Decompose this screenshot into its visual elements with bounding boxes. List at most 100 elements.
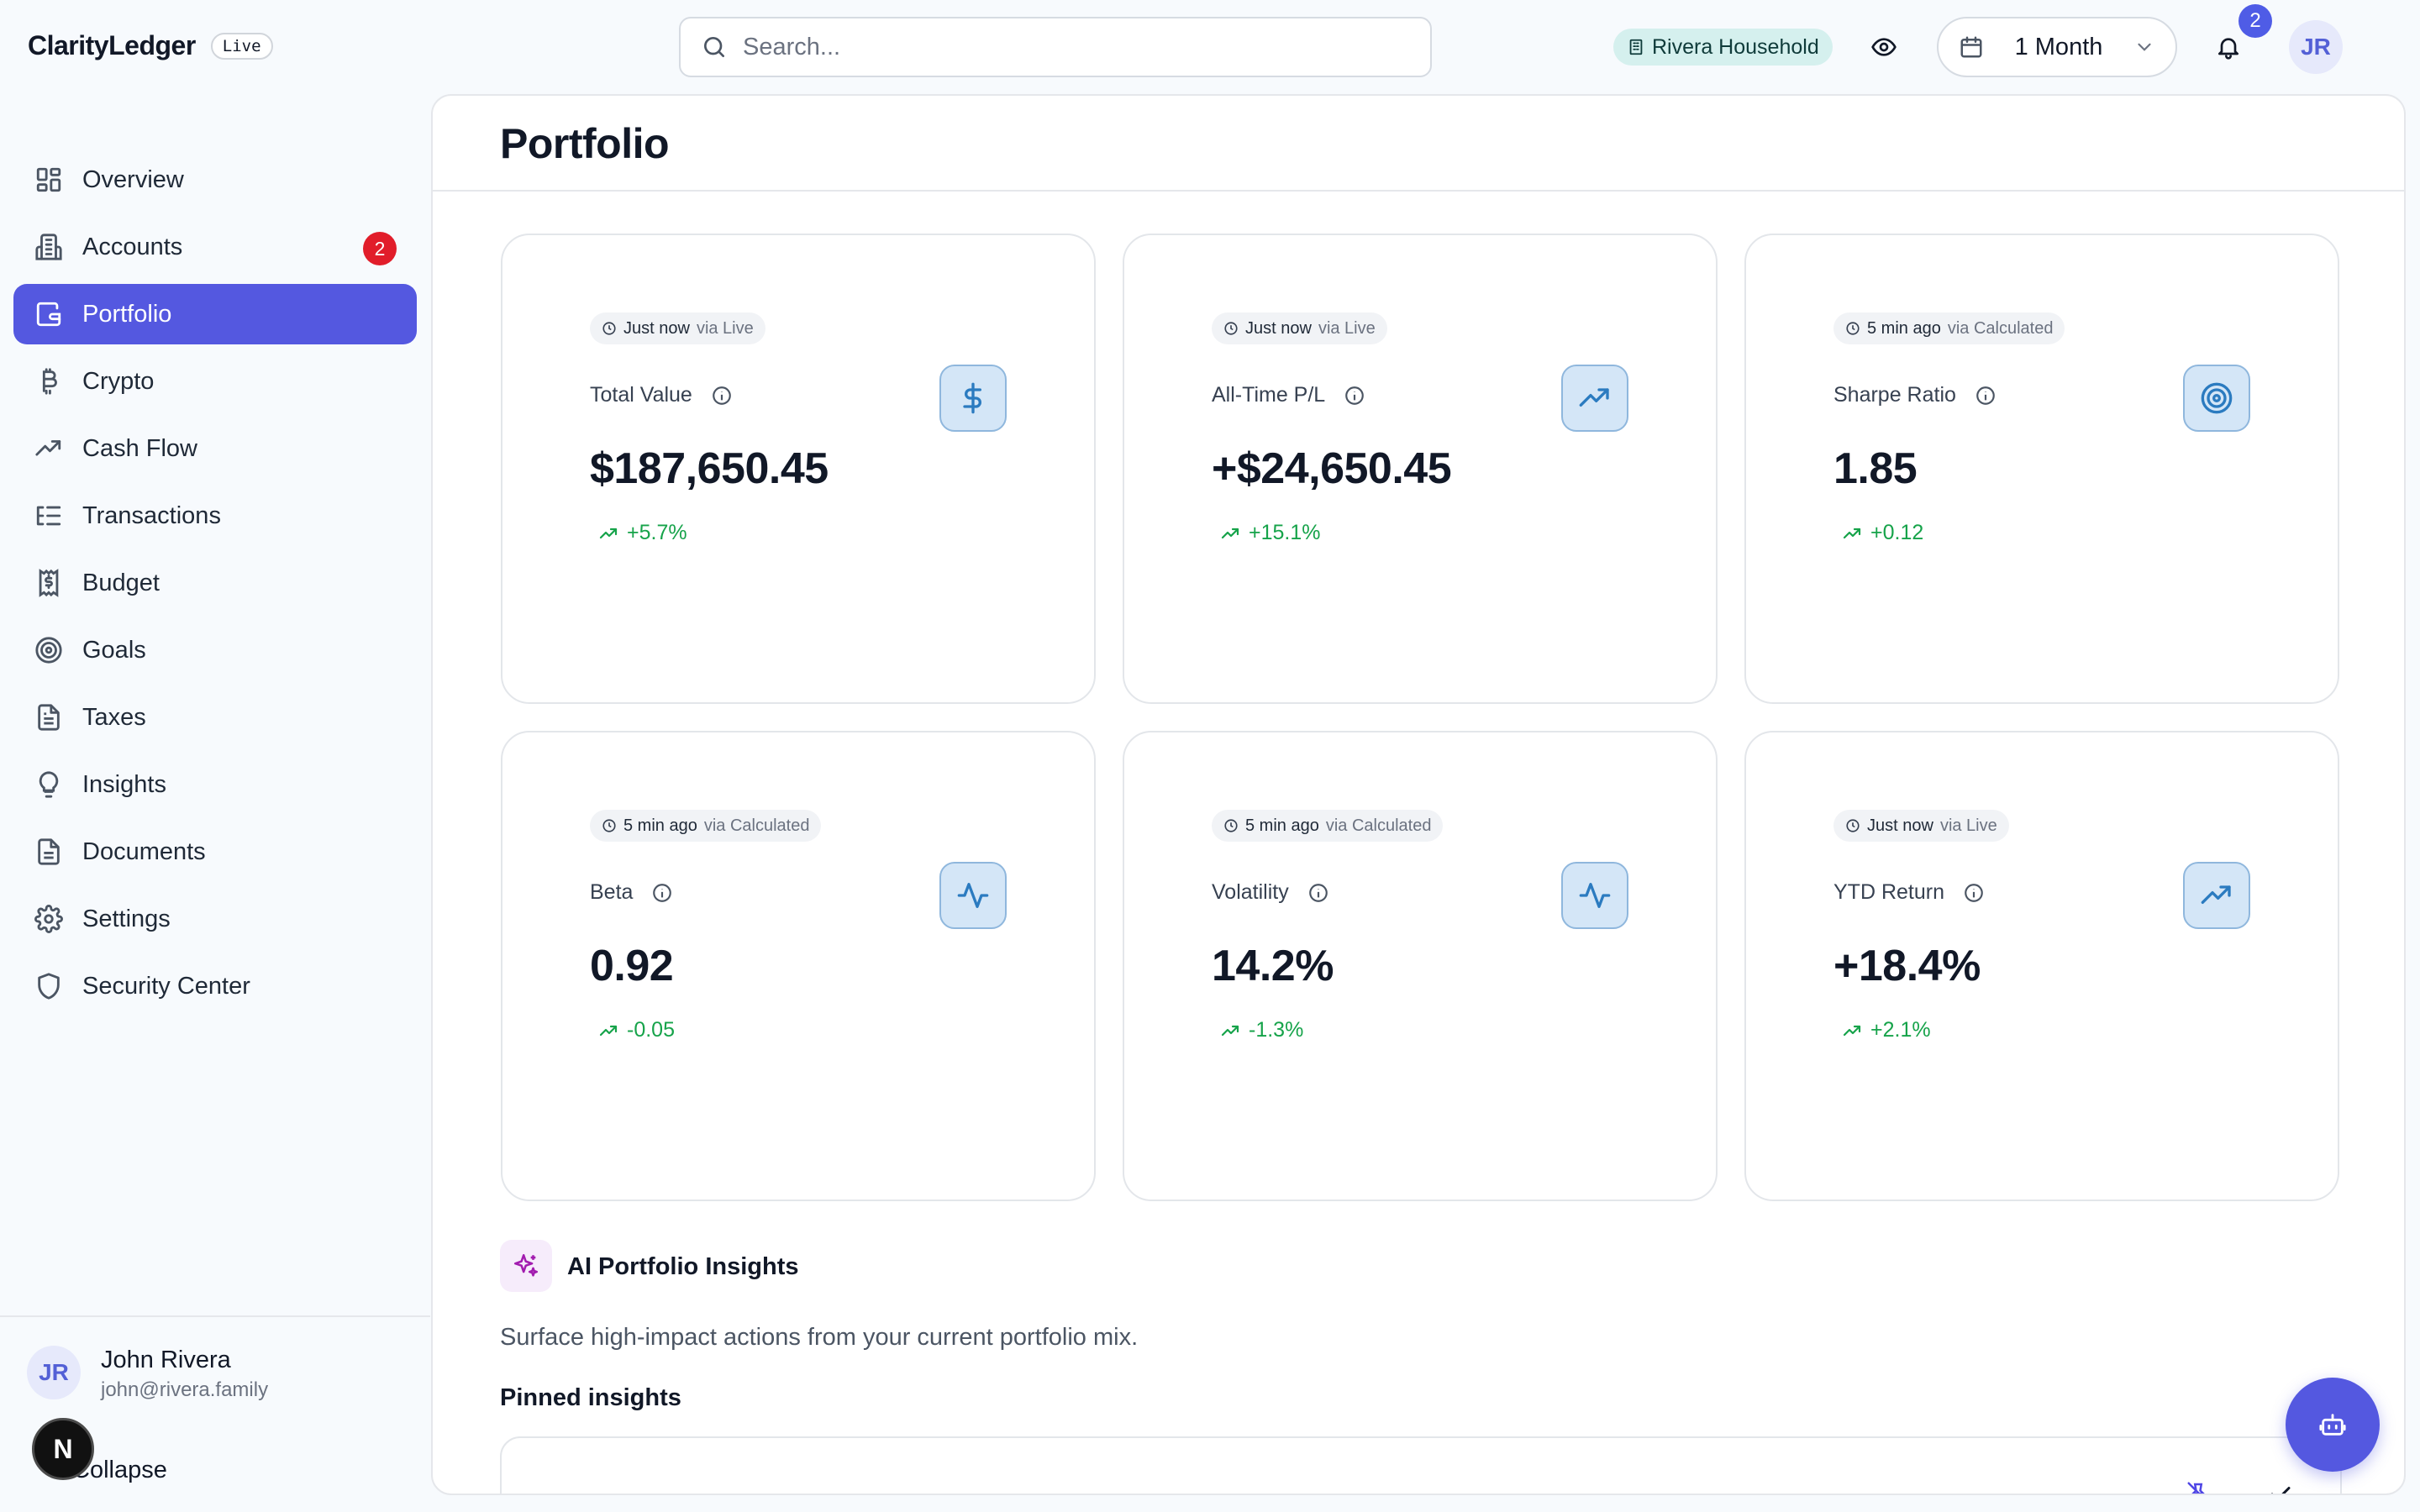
sidebar-item-accounts[interactable]: Accounts 2 xyxy=(13,217,417,277)
sidebar-item-transactions[interactable]: Transactions xyxy=(13,486,417,546)
metric-card-sharpe-ratio: 5 min ago via Calculated Sharpe Ratio 1.… xyxy=(1744,234,2339,704)
unpin-icon[interactable] xyxy=(2186,1480,2211,1494)
trending-up-icon xyxy=(1842,1021,1862,1041)
app-name: ClarityLedger xyxy=(28,30,196,60)
metric-label: Total Value xyxy=(590,383,733,407)
sidebar: Overview Accounts 2 Portfolio Crypto Cas… xyxy=(0,94,430,1512)
info-icon[interactable] xyxy=(1307,882,1329,904)
file-icon xyxy=(34,702,64,732)
pinned-insight-card[interactable] xyxy=(500,1436,2342,1494)
search-input[interactable] xyxy=(743,33,1398,61)
trending-up-icon xyxy=(1220,1021,1240,1041)
metric-label: All-Time P/L xyxy=(1212,383,1365,407)
bitcoin-icon xyxy=(34,366,64,396)
list-icon xyxy=(34,501,64,531)
main-content: Portfolio Just now via Live Total Value … xyxy=(431,94,2406,1495)
metric-value: $187,650.45 xyxy=(590,444,829,493)
metric-value: +$24,650.45 xyxy=(1212,444,1452,493)
info-icon[interactable] xyxy=(1344,385,1365,407)
trending-up-icon xyxy=(34,433,64,464)
metric-label-text: All-Time P/L xyxy=(1212,383,1326,407)
sidebar-item-crypto[interactable]: Crypto xyxy=(13,351,417,412)
gear-icon xyxy=(34,904,64,934)
sidebar-item-taxes[interactable]: Taxes xyxy=(13,687,417,748)
dollar-icon xyxy=(939,365,1007,432)
sidebar-item-label: Settings xyxy=(82,905,171,932)
search-icon xyxy=(701,34,728,60)
timestamp-text: 5 min ago xyxy=(1245,816,1319,835)
ai-assistant-button[interactable] xyxy=(2286,1378,2380,1472)
metric-card-ytd-return: Just now via Live YTD Return +18.4% +2.1… xyxy=(1744,731,2339,1201)
household-selector[interactable]: Rivera Household xyxy=(1613,29,1833,66)
trending-up-icon xyxy=(598,523,618,543)
live-badge: Live xyxy=(210,32,273,60)
sidebar-item-label: Security Center xyxy=(82,972,250,1000)
source-text: via Calculated xyxy=(1325,816,1432,835)
sidebar-item-label: Accounts xyxy=(82,233,183,260)
metric-change-text: +15.1% xyxy=(1249,521,1321,544)
grid-icon xyxy=(34,165,64,195)
metric-change-text: -0.05 xyxy=(627,1018,675,1042)
document-icon xyxy=(34,837,64,867)
sidebar-item-cash-flow[interactable]: Cash Flow xyxy=(13,418,417,479)
brand[interactable]: ClarityLedger Live xyxy=(28,30,273,61)
activity-icon xyxy=(1561,862,1628,929)
accounts-count-badge: 2 xyxy=(363,232,397,265)
avatar[interactable]: JR xyxy=(27,1346,81,1399)
wallet-icon xyxy=(34,299,64,329)
info-icon[interactable] xyxy=(1963,882,1985,904)
timestamp-text: Just now xyxy=(623,318,690,338)
clock-icon xyxy=(1223,818,1239,833)
metric-change: +5.7% xyxy=(598,521,687,545)
metric-label-text: Sharpe Ratio xyxy=(1833,383,1956,407)
metric-label: Sharpe Ratio xyxy=(1833,383,1996,407)
eye-icon xyxy=(1870,34,1897,60)
pinned-insights-heading: Pinned insights xyxy=(500,1384,681,1411)
sidebar-item-goals[interactable]: Goals xyxy=(13,620,417,680)
source-text: via Live xyxy=(1939,816,1997,835)
trending-up-icon xyxy=(2183,862,2250,929)
metric-value: +18.4% xyxy=(1833,942,1981,990)
receipt-icon xyxy=(34,568,64,598)
info-icon[interactable] xyxy=(651,882,673,904)
sidebar-item-settings[interactable]: Settings xyxy=(13,889,417,949)
check-icon[interactable] xyxy=(2268,1482,2293,1494)
sidebar-item-security-center[interactable]: Security Center xyxy=(13,956,417,1016)
sidebar-item-label: Overview xyxy=(82,165,184,193)
trending-up-icon xyxy=(598,1021,618,1041)
shield-icon xyxy=(34,971,64,1001)
ai-insights-subtitle: Surface high-impact actions from your cu… xyxy=(500,1324,1139,1351)
privacy-toggle-button[interactable] xyxy=(1867,30,1901,64)
user-avatar-button[interactable]: JR xyxy=(2289,20,2343,74)
trending-up-icon xyxy=(1561,365,1628,432)
metric-change: -1.3% xyxy=(1220,1018,1303,1042)
source-text: via Calculated xyxy=(703,816,810,835)
page-title: Portfolio xyxy=(500,120,670,167)
target-icon xyxy=(2183,365,2250,432)
sidebar-item-budget[interactable]: Budget xyxy=(13,553,417,613)
sidebar-item-label: Crypto xyxy=(82,367,155,395)
timestamp-text: Just now xyxy=(1245,318,1312,338)
metric-card-volatility: 5 min ago via Calculated Volatility 14.2… xyxy=(1123,731,1718,1201)
search-box[interactable] xyxy=(679,17,1432,77)
sidebar-item-portfolio[interactable]: Portfolio xyxy=(13,284,417,344)
info-icon[interactable] xyxy=(1975,385,1996,407)
notifications-button[interactable] xyxy=(2212,30,2245,64)
building-icon xyxy=(1627,38,1645,56)
metric-change: -0.05 xyxy=(598,1018,675,1042)
sidebar-item-overview[interactable]: Overview xyxy=(13,150,417,210)
trending-up-icon xyxy=(1220,523,1240,543)
metric-change-text: -1.3% xyxy=(1249,1018,1304,1042)
clock-icon xyxy=(1845,818,1860,833)
dev-tools-badge[interactable]: N xyxy=(32,1418,94,1480)
timestamp-chip: 5 min ago via Calculated xyxy=(1212,810,1444,842)
sidebar-item-label: Insights xyxy=(82,770,166,798)
sidebar-item-documents[interactable]: Documents xyxy=(13,822,417,882)
timestamp-text: Just now xyxy=(1867,816,1933,835)
source-text: via Live xyxy=(1318,318,1376,338)
metric-label: Volatility xyxy=(1212,880,1329,905)
info-icon[interactable] xyxy=(711,385,733,407)
sidebar-item-insights[interactable]: Insights xyxy=(13,754,417,815)
period-select[interactable]: 1 Month xyxy=(1937,17,2177,77)
metric-change-text: +0.12 xyxy=(1870,521,1924,544)
